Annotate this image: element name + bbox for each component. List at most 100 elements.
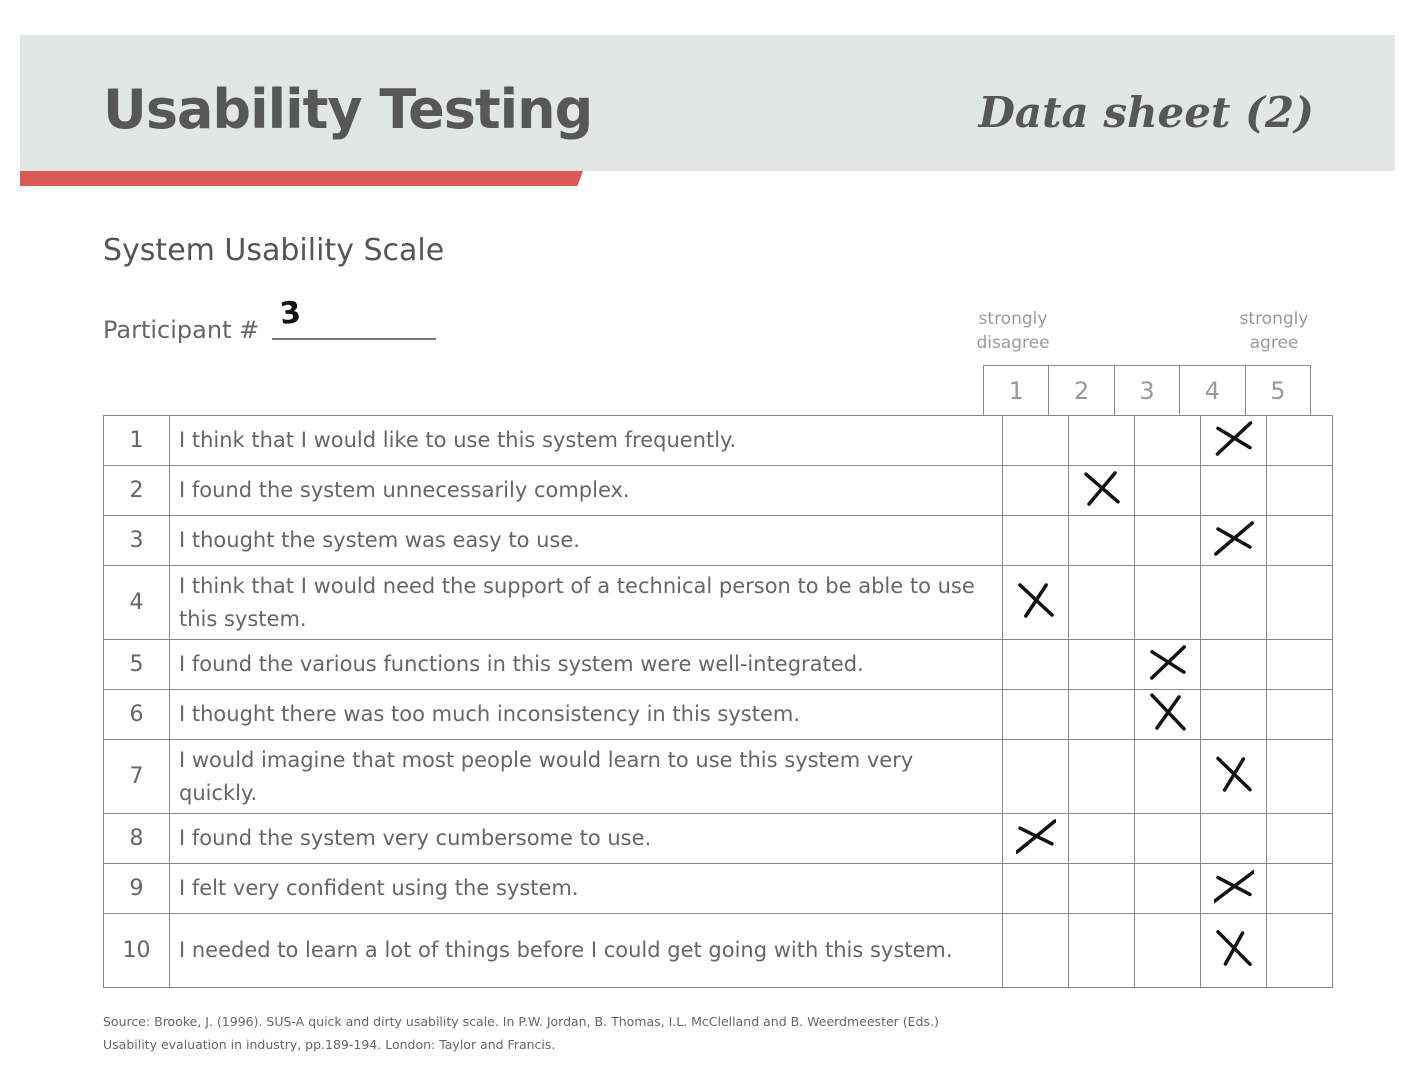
response-cell-3[interactable] (1134, 863, 1201, 914)
response-cell-5[interactable] (1266, 689, 1333, 740)
response-cell-3[interactable] (1134, 639, 1201, 690)
response-cell-1[interactable] (1002, 739, 1069, 814)
item-statement: I think that I would need the support of… (169, 565, 1003, 640)
table-row: 10 I needed to learn a lot of things befo… (103, 913, 1333, 988)
item-number: 2 (103, 465, 170, 516)
participant-field-line (272, 338, 436, 340)
response-cell-5[interactable] (1266, 565, 1333, 640)
mark-stroke (1086, 470, 1117, 506)
handwritten-x-mark (1083, 470, 1120, 506)
source-citation: Source: Brooke, J. (1996). SUS-A quick a… (103, 1010, 1103, 1056)
response-cell-2[interactable] (1068, 739, 1135, 814)
scale-option-5: 5 (1270, 377, 1286, 405)
response-cell-3[interactable] (1134, 515, 1201, 566)
table-row: 1I think that I would like to use this s… (103, 415, 1333, 466)
handwritten-x-mark (1149, 692, 1186, 731)
item-statement: I needed to learn a lot of things before… (169, 913, 1003, 988)
mark-stroke (1017, 825, 1054, 846)
scale-anchor-strongly-agree: strongly agree (1229, 307, 1319, 355)
response-cell-5[interactable] (1266, 639, 1333, 690)
response-cell-1[interactable] (1002, 515, 1069, 566)
handwritten-x-mark (1215, 929, 1252, 966)
response-cell-2[interactable] (1068, 565, 1135, 640)
mark-stroke (1215, 929, 1252, 966)
mark-stroke (1215, 875, 1252, 896)
response-cell-4[interactable] (1200, 739, 1267, 814)
handwritten-x-mark (1015, 818, 1056, 854)
response-cell-5[interactable] (1266, 515, 1333, 566)
response-cell-4[interactable] (1200, 465, 1267, 516)
response-cell-3[interactable] (1134, 465, 1201, 516)
table-row: 9I felt very confident using the system. (103, 863, 1333, 914)
response-cell-1[interactable] (1002, 689, 1069, 740)
sus-questionnaire-table: 1I think that I would like to use this s… (103, 415, 1333, 988)
source-line-1: Source: Brooke, J. (1996). SUS-A quick a… (103, 1014, 939, 1029)
response-cell-3[interactable] (1134, 739, 1201, 814)
response-cell-4[interactable] (1200, 689, 1267, 740)
response-cell-4[interactable] (1200, 415, 1267, 466)
table-row: 6I thought there was too much inconsiste… (103, 689, 1333, 740)
item-statement: I would imagine that most people would l… (169, 739, 1003, 814)
response-cell-1[interactable] (1002, 813, 1069, 864)
mark-stroke (1215, 756, 1252, 791)
response-cell-2[interactable] (1068, 639, 1135, 690)
response-cell-3[interactable] (1134, 813, 1201, 864)
section-title: System Usability Scale (103, 233, 445, 268)
mark-stroke (1215, 420, 1252, 456)
table-row: 7I would imagine that most people would … (103, 739, 1333, 814)
handwritten-x-mark (1017, 582, 1054, 618)
response-cell-1[interactable] (1002, 465, 1069, 516)
handwritten-x-mark (1213, 520, 1254, 556)
response-cell-5[interactable] (1266, 739, 1333, 814)
response-cell-2[interactable] (1068, 863, 1135, 914)
response-cell-4[interactable] (1200, 565, 1267, 640)
handwritten-x-mark (1149, 644, 1186, 680)
response-cell-2[interactable] (1068, 689, 1135, 740)
table-row: 5I found the various functions in this s… (103, 639, 1333, 690)
mark-stroke (1015, 818, 1056, 854)
table-row: 8I found the system very cumbersome to u… (103, 813, 1333, 864)
source-line-2: Usability evaluation in industry, pp.189… (103, 1037, 556, 1052)
item-number: 7 (103, 739, 170, 814)
mark-stroke (1023, 582, 1048, 618)
response-cell-1[interactable] (1002, 863, 1069, 914)
response-cell-3[interactable] (1134, 689, 1201, 740)
response-cell-3[interactable] (1134, 415, 1201, 466)
response-cell-5[interactable] (1266, 913, 1333, 988)
response-cell-2[interactable] (1068, 515, 1135, 566)
response-cell-2[interactable] (1068, 913, 1135, 988)
scale-option-2: 2 (1049, 366, 1115, 416)
response-cell-3[interactable] (1134, 565, 1201, 640)
response-cell-5[interactable] (1266, 863, 1333, 914)
response-cell-1[interactable] (1002, 565, 1069, 640)
scale-anchor-strongly-disagree: strongly disagree (968, 307, 1058, 355)
item-number: 6 (103, 689, 170, 740)
response-cell-5[interactable] (1266, 465, 1333, 516)
response-cell-2[interactable] (1068, 465, 1135, 516)
mark-stroke (1215, 426, 1252, 449)
table-row: 4I think that I would need the support o… (103, 565, 1333, 640)
response-cell-1[interactable] (1002, 415, 1069, 466)
item-number: 9 (103, 863, 170, 914)
scale-option-1: 1 (984, 366, 1050, 416)
response-cell-4[interactable] (1200, 639, 1267, 690)
anchor-right-line1: strongly (1239, 309, 1309, 329)
table-row: 2I found the system unnecessarily comple… (103, 465, 1333, 516)
scale-header: 1 2 3 4 5 (983, 365, 1311, 416)
response-cell-1[interactable] (1002, 913, 1069, 988)
response-cell-3[interactable] (1134, 913, 1201, 988)
mark-stroke (1213, 868, 1254, 904)
response-cell-2[interactable] (1068, 813, 1135, 864)
response-cell-4[interactable] (1200, 863, 1267, 914)
item-statement: I felt very confident using the system. (169, 863, 1003, 914)
response-cell-5[interactable] (1266, 415, 1333, 466)
handwritten-x-mark (1213, 868, 1254, 904)
mark-stroke (1149, 649, 1186, 674)
response-cell-2[interactable] (1068, 415, 1135, 466)
response-cell-4[interactable] (1200, 913, 1267, 988)
response-cell-5[interactable] (1266, 813, 1333, 864)
response-cell-1[interactable] (1002, 639, 1069, 690)
response-cell-4[interactable] (1200, 515, 1267, 566)
participant-number-handwritten: 3 (278, 295, 303, 332)
response-cell-4[interactable] (1200, 813, 1267, 864)
